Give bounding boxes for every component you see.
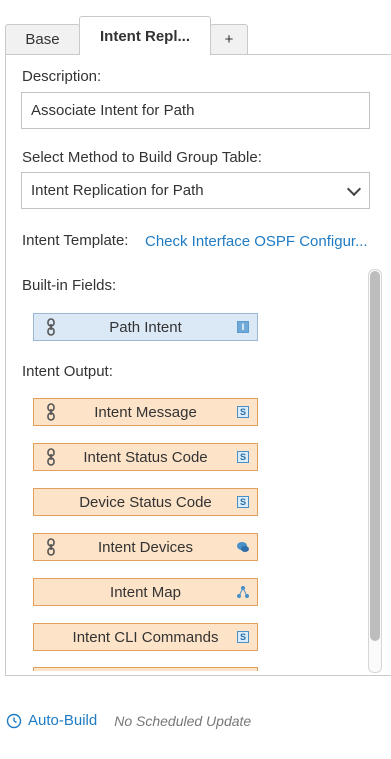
clock-icon — [6, 713, 22, 728]
description-label: Description: — [22, 68, 102, 85]
field-intent-cli-commands[interactable]: Intent CLI Commands S — [33, 623, 258, 651]
field-intent-status-code[interactable]: Intent Status Code S — [33, 443, 258, 471]
method-label: Select Method to Build Group Table: — [22, 149, 262, 166]
type-i-icon: I — [237, 321, 249, 333]
field-intent-message[interactable]: Intent Message S — [33, 398, 258, 426]
field-device-status-code[interactable]: Device Status Code S — [33, 488, 258, 516]
link-icon — [47, 448, 55, 466]
description-input[interactable]: Associate Intent for Path — [21, 92, 370, 129]
method-select[interactable]: Intent Replication for Path — [21, 172, 370, 209]
type-s-icon: S — [237, 406, 249, 418]
field-path-intent[interactable]: Path Intent I — [33, 313, 258, 341]
template-link[interactable]: Check Interface OSPF Configur... — [145, 233, 368, 250]
tab-intent-replication[interactable]: Intent Repl... — [79, 16, 211, 55]
link-icon — [47, 318, 55, 336]
link-icon — [47, 403, 55, 421]
scrollbar-thumb[interactable] — [370, 271, 380, 641]
type-s-icon: S — [237, 451, 249, 463]
builtin-fields-label: Built-in Fields: — [22, 277, 117, 294]
schedule-status: No Scheduled Update — [114, 712, 252, 729]
tab-panel: Description: Associate Intent for Path S… — [5, 54, 391, 676]
link-icon — [47, 538, 55, 556]
field-partial — [33, 667, 258, 671]
tab-base[interactable]: Base — [5, 24, 80, 54]
field-intent-devices[interactable]: Intent Devices — [33, 533, 258, 561]
template-label: Intent Template: — [22, 232, 129, 249]
intent-output-label: Intent Output: — [22, 363, 113, 380]
field-intent-map[interactable]: Intent Map — [33, 578, 258, 606]
devices-icon — [237, 542, 249, 552]
tab-add[interactable]: + — [210, 24, 248, 54]
type-s-icon: S — [237, 631, 249, 643]
footer: Auto-Build No Scheduled Update — [6, 712, 251, 729]
auto-build-link[interactable]: Auto-Build — [28, 712, 97, 729]
chevron-down-icon — [346, 181, 362, 197]
map-icon — [237, 586, 249, 598]
type-s-icon: S — [237, 496, 249, 508]
